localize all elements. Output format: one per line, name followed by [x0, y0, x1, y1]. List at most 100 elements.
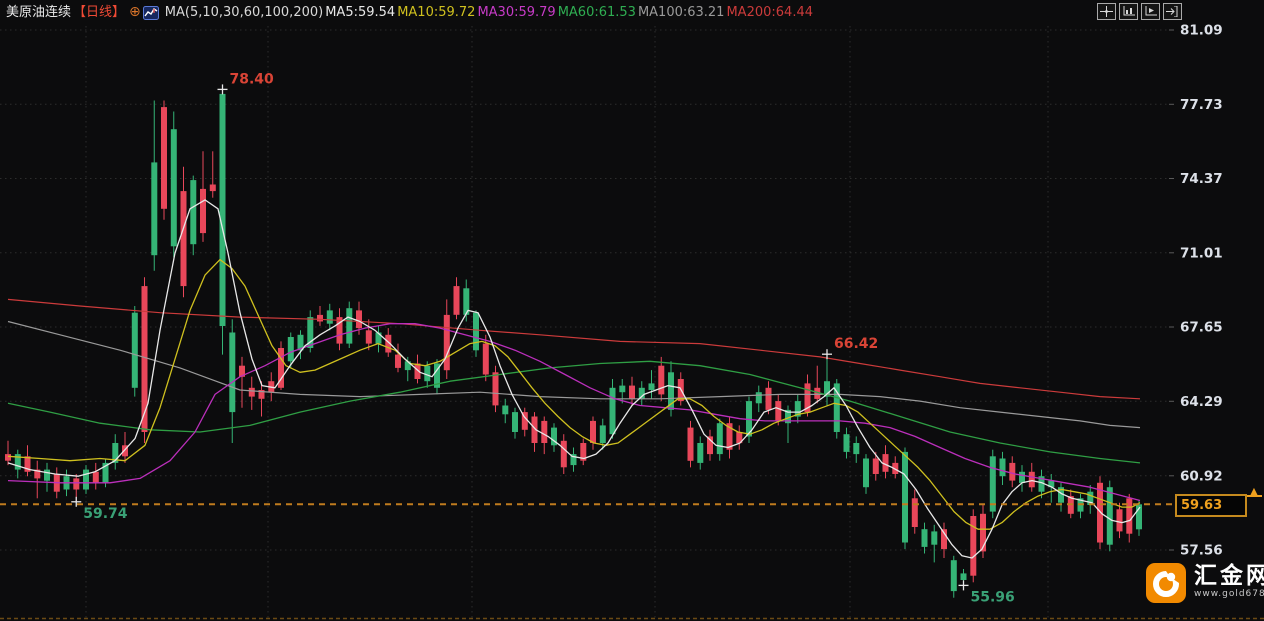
axis-label: 67.65 — [1180, 320, 1223, 336]
candle — [960, 573, 967, 580]
logo-url: www.gold678.com — [1194, 589, 1264, 599]
candle — [658, 365, 665, 395]
candle — [190, 180, 197, 245]
price-marker: 66.42 — [822, 336, 878, 360]
candle — [1009, 462, 1016, 481]
axis-label: 64.29 — [1180, 394, 1223, 410]
candle — [619, 385, 626, 393]
candle — [200, 188, 206, 234]
candle — [248, 387, 255, 397]
candle — [443, 314, 450, 371]
kline-mini-icon[interactable] — [142, 5, 159, 20]
candle — [833, 383, 840, 432]
candle — [83, 469, 89, 490]
candle — [755, 392, 762, 404]
candle — [1097, 482, 1103, 543]
axis-label: 60.92 — [1180, 468, 1223, 484]
candle — [590, 420, 596, 443]
candle — [716, 423, 723, 455]
candle — [424, 365, 431, 382]
candle — [5, 454, 11, 461]
axis-label: 81.09 — [1180, 23, 1223, 39]
axis-left-chart-icon[interactable] — [1119, 3, 1138, 20]
svg-text:66.42: 66.42 — [834, 336, 878, 352]
ma-value-3: MA60:61.53 — [557, 5, 636, 20]
circle-plus-icon[interactable]: ⊕ — [129, 4, 141, 21]
candle — [1019, 471, 1025, 483]
logo-name: 汇金网 — [1194, 563, 1264, 589]
candle — [92, 471, 99, 483]
price-marker: 59.74 — [71, 496, 128, 522]
ma-values: MA5:59.54 MA10:59.72 MA30:59.79 MA60:61.53 M… — [325, 4, 815, 21]
candles-layer — [5, 89, 1142, 598]
candle — [365, 330, 372, 344]
candle — [1106, 487, 1113, 545]
price-marker: 78.40 — [217, 71, 275, 95]
axis-label: 77.73 — [1180, 97, 1223, 113]
candle — [395, 354, 401, 368]
candle — [44, 469, 50, 481]
site-logo: 汇金网 www.gold678.com — [1146, 563, 1264, 603]
candle — [999, 458, 1006, 477]
candle — [492, 372, 499, 406]
exit-fullscreen-icon[interactable] — [1163, 3, 1182, 20]
ma-value-2: MA30:59.79 — [477, 5, 556, 20]
candle — [931, 531, 938, 545]
axis-label: 57.56 — [1180, 543, 1223, 559]
price-marker: 55.96 — [958, 580, 1015, 605]
candle — [141, 286, 148, 432]
candle — [151, 162, 158, 256]
period-tag: 【日线】 — [73, 5, 126, 20]
candle — [950, 560, 957, 592]
ma10-line — [7, 258, 1141, 530]
ma-value-1: MA10:59.72 — [397, 5, 476, 20]
candle — [512, 412, 518, 432]
ma-value-5: MA200:64.44 — [726, 5, 813, 20]
candlestick-chart[interactable]: 81.09 77.73 74.37 71.01 67.65 64.29 60.92 57.56… — [0, 0, 1264, 621]
candle — [902, 451, 908, 543]
candle — [1028, 471, 1035, 488]
candle — [687, 427, 694, 461]
svg-text:59.74: 59.74 — [83, 506, 128, 522]
candle — [346, 308, 353, 344]
candle — [609, 387, 616, 435]
candle — [287, 337, 294, 362]
candle — [317, 314, 323, 322]
candle — [73, 478, 80, 490]
chart-header: 美原油连续 【日线】 ⊕ MA(5,10,30,60,100,200) MA5:… — [6, 4, 817, 21]
candle — [629, 385, 635, 399]
crosshair-move-icon[interactable] — [1097, 3, 1116, 20]
candle — [180, 191, 187, 287]
candle — [1116, 509, 1123, 532]
candle — [911, 498, 918, 527]
axis-play-chart-icon[interactable] — [1141, 3, 1160, 20]
candle — [356, 310, 362, 329]
candle — [697, 443, 704, 463]
candle — [131, 312, 138, 388]
candle — [229, 332, 236, 413]
last-price-tag: 59.63 — [1175, 494, 1247, 517]
ma-config-label: MA(5,10,30,60,100,200) — [164, 5, 324, 20]
candle — [161, 107, 167, 209]
candle — [219, 93, 226, 327]
svg-text:55.96: 55.96 — [971, 589, 1015, 605]
candle — [843, 434, 850, 452]
logo-badge-icon — [1146, 563, 1186, 603]
chart-toolbar — [1097, 3, 1182, 20]
candle — [765, 387, 772, 410]
axis-label: 74.37 — [1180, 171, 1223, 187]
candle — [560, 440, 567, 468]
candle — [541, 420, 548, 443]
price-arrow-icon: ▲ — [1246, 486, 1262, 497]
candle — [473, 312, 479, 351]
candle — [502, 405, 509, 415]
candle — [853, 443, 860, 455]
instrument-title: 美原油连续 — [6, 5, 72, 20]
candle — [326, 310, 333, 324]
candle — [775, 401, 782, 421]
ma-value-0: MA5:59.54 — [325, 5, 396, 20]
candle — [209, 184, 216, 192]
svg-text:78.40: 78.40 — [230, 71, 275, 87]
candle — [170, 129, 177, 247]
axis-label: 71.01 — [1180, 245, 1223, 261]
